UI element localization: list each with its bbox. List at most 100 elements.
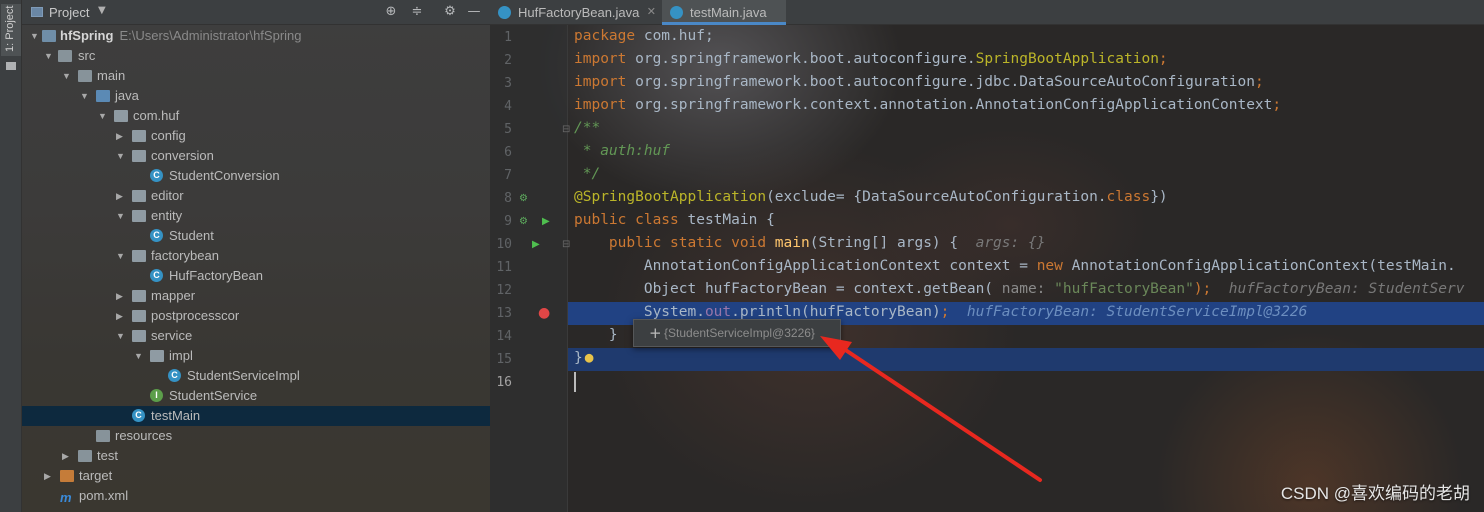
tree-item-label: entity xyxy=(151,208,183,223)
code-line-4[interactable]: import org.springframework.context.annot… xyxy=(574,94,1281,117)
tree-item-label: impl xyxy=(169,348,193,363)
breakpoint-icon[interactable]: ● xyxy=(538,306,550,320)
tree-item-service[interactable]: ▼ service xyxy=(22,326,490,346)
expand-arrow-icon[interactable]: ▼ xyxy=(116,326,126,346)
code-line-9[interactable]: public class testMain { xyxy=(574,209,775,232)
tree-item-hfspring[interactable]: ▼ hfSpring E:\Users\Administrator\hfSprin… xyxy=(22,26,490,46)
collapsed-arrow-icon[interactable]: ▶ xyxy=(116,126,126,146)
code-line-11[interactable]: AnnotationConfigApplicationContext conte… xyxy=(574,255,1456,278)
tree-item-huffactorybean[interactable]: C HufFactoryBean xyxy=(22,266,490,286)
tree-item-label: StudentService xyxy=(169,388,258,403)
resources-folder-icon xyxy=(96,430,110,442)
collapse-all-icon[interactable]: ≑ xyxy=(409,4,425,20)
collapsed-arrow-icon[interactable]: ▶ xyxy=(116,286,126,306)
code-line-7[interactable]: */ xyxy=(574,163,600,186)
expand-arrow-icon[interactable]: ▼ xyxy=(134,346,144,366)
tree-item-student[interactable]: C Student xyxy=(22,226,490,246)
tree-item-studentconversion[interactable]: C StudentConversion xyxy=(22,166,490,186)
annotation: @SpringBootApplication xyxy=(574,189,767,205)
code-line-15[interactable]: } ● xyxy=(574,347,593,370)
keyword: import xyxy=(574,97,627,113)
locate-target-icon[interactable]: ⊕ xyxy=(383,4,399,20)
collapsed-arrow-icon[interactable]: ▶ xyxy=(62,446,72,466)
hide-panel-icon[interactable]: — xyxy=(466,4,482,20)
class-icon: C xyxy=(168,369,181,382)
expand-arrow-icon[interactable]: ▼ xyxy=(80,86,90,106)
expand-arrow-icon[interactable]: ▼ xyxy=(116,246,126,266)
structure-icon[interactable] xyxy=(6,62,16,70)
punct: ); xyxy=(1193,281,1212,297)
tree-item-pom-xml[interactable]: m pom.xml xyxy=(22,486,490,506)
project-tool-tab[interactable]: 1: Project xyxy=(1,4,21,56)
collapsed-arrow-icon[interactable]: ▶ xyxy=(44,466,54,486)
tree-item-impl[interactable]: ▼ impl xyxy=(22,346,490,366)
tree-item-main[interactable]: ▼ main xyxy=(22,66,490,86)
code-line-2[interactable]: import org.springframework.boot.autoconf… xyxy=(574,48,1168,71)
expand-arrow-icon[interactable]: ▼ xyxy=(44,46,54,66)
code-text: com.huf; xyxy=(635,28,714,44)
run-icon[interactable]: ▶ xyxy=(532,239,540,251)
code-line-14[interactable]: } xyxy=(574,324,618,347)
project-panel-title[interactable]: Project xyxy=(49,5,89,20)
code-editor: HufFactoryBean.java ✕ testMain.java 1 2 … xyxy=(490,0,1484,512)
tree-item-test[interactable]: ▶ test xyxy=(22,446,490,466)
tree-item-label: config xyxy=(151,128,186,143)
code-text: org.springframework.context.annotation.A… xyxy=(626,97,1273,113)
tree-item-label: main xyxy=(97,68,126,83)
intention-bulb-icon[interactable]: ● xyxy=(585,350,594,366)
expand-plus-icon[interactable]: + xyxy=(649,320,662,346)
tree-item-java[interactable]: ▼ java xyxy=(22,86,490,106)
tree-item-postprocesscor[interactable]: ▶ postprocesscor xyxy=(22,306,490,326)
comment: * auth:huf xyxy=(574,143,671,159)
comment: */ xyxy=(574,166,601,182)
tree-item-entity[interactable]: ▼ entity xyxy=(22,206,490,226)
fold-icon[interactable]: ⊟ xyxy=(562,124,570,136)
package-icon xyxy=(132,310,146,322)
tab-huffactorybean[interactable]: HufFactoryBean.java ✕ xyxy=(490,0,662,25)
tree-item-studentservice[interactable]: I StudentService xyxy=(22,386,490,406)
tab-testmain[interactable]: testMain.java xyxy=(662,0,786,25)
view-selector-chevron-down-icon[interactable]: ▼ xyxy=(98,5,106,16)
code-line-1[interactable]: package com.huf; xyxy=(574,25,714,48)
tree-item-mapper[interactable]: ▶ mapper xyxy=(22,286,490,306)
tool-window-strip: 1: Project xyxy=(0,0,22,512)
code-line-10[interactable]: public static void main(String[] args) {… xyxy=(574,232,1046,255)
tree-item-testmain[interactable]: C testMain xyxy=(22,406,490,426)
tree-item-editor[interactable]: ▶ editor xyxy=(22,186,490,206)
expand-arrow-icon[interactable]: ▼ xyxy=(116,146,126,166)
package-icon xyxy=(132,130,146,142)
line-number: 9 xyxy=(504,214,512,229)
package-icon xyxy=(114,110,128,122)
tree-item-factorybean[interactable]: ▼ factorybean xyxy=(22,246,490,266)
text-caret xyxy=(574,372,576,392)
spring-bean-icon[interactable]: ⚙ xyxy=(519,216,528,228)
run-icon[interactable]: ▶ xyxy=(542,216,550,228)
comment: /** xyxy=(574,120,601,136)
tree-item-target[interactable]: ▶ target xyxy=(22,466,490,486)
tree-item-label: Student xyxy=(169,228,214,243)
string-literal: "hufFactoryBean" xyxy=(1045,281,1194,297)
close-icon[interactable]: ✕ xyxy=(647,0,656,25)
expand-arrow-icon[interactable]: ▼ xyxy=(30,26,40,46)
tree-item-src[interactable]: ▼ src xyxy=(22,46,490,66)
tree-item-resources[interactable]: resources xyxy=(22,426,490,446)
code-line-12[interactable]: Object hufFactoryBean = context.getBean(… xyxy=(574,278,1465,301)
tree-item-com-huf[interactable]: ▼ com.huf xyxy=(22,106,490,126)
code-line-3[interactable]: import org.springframework.boot.autoconf… xyxy=(574,71,1264,94)
debug-value-tooltip[interactable]: + {StudentServiceImpl@3226} xyxy=(633,319,841,347)
tree-item-studentserviceimpl[interactable]: C StudentServiceImpl xyxy=(22,366,490,386)
tree-item-config[interactable]: ▶ config xyxy=(22,126,490,146)
collapsed-arrow-icon[interactable]: ▶ xyxy=(116,186,126,206)
tree-item-conversion[interactable]: ▼ conversion xyxy=(22,146,490,166)
code-line-5[interactable]: /** xyxy=(574,117,600,140)
expand-arrow-icon[interactable]: ▼ xyxy=(116,206,126,226)
gear-icon[interactable]: ⚙ xyxy=(442,4,458,20)
fold-icon[interactable]: ⊟ xyxy=(562,239,570,251)
expand-arrow-icon[interactable]: ▼ xyxy=(98,106,108,126)
tree-item-label: service xyxy=(151,328,193,343)
collapsed-arrow-icon[interactable]: ▶ xyxy=(116,306,126,326)
expand-arrow-icon[interactable]: ▼ xyxy=(62,66,72,86)
code-line-6[interactable]: * auth:huf xyxy=(574,140,670,163)
spring-bean-icon[interactable]: ⚙ xyxy=(519,193,528,205)
code-line-8[interactable]: @SpringBootApplication(exclude= {DataSou… xyxy=(574,186,1168,209)
